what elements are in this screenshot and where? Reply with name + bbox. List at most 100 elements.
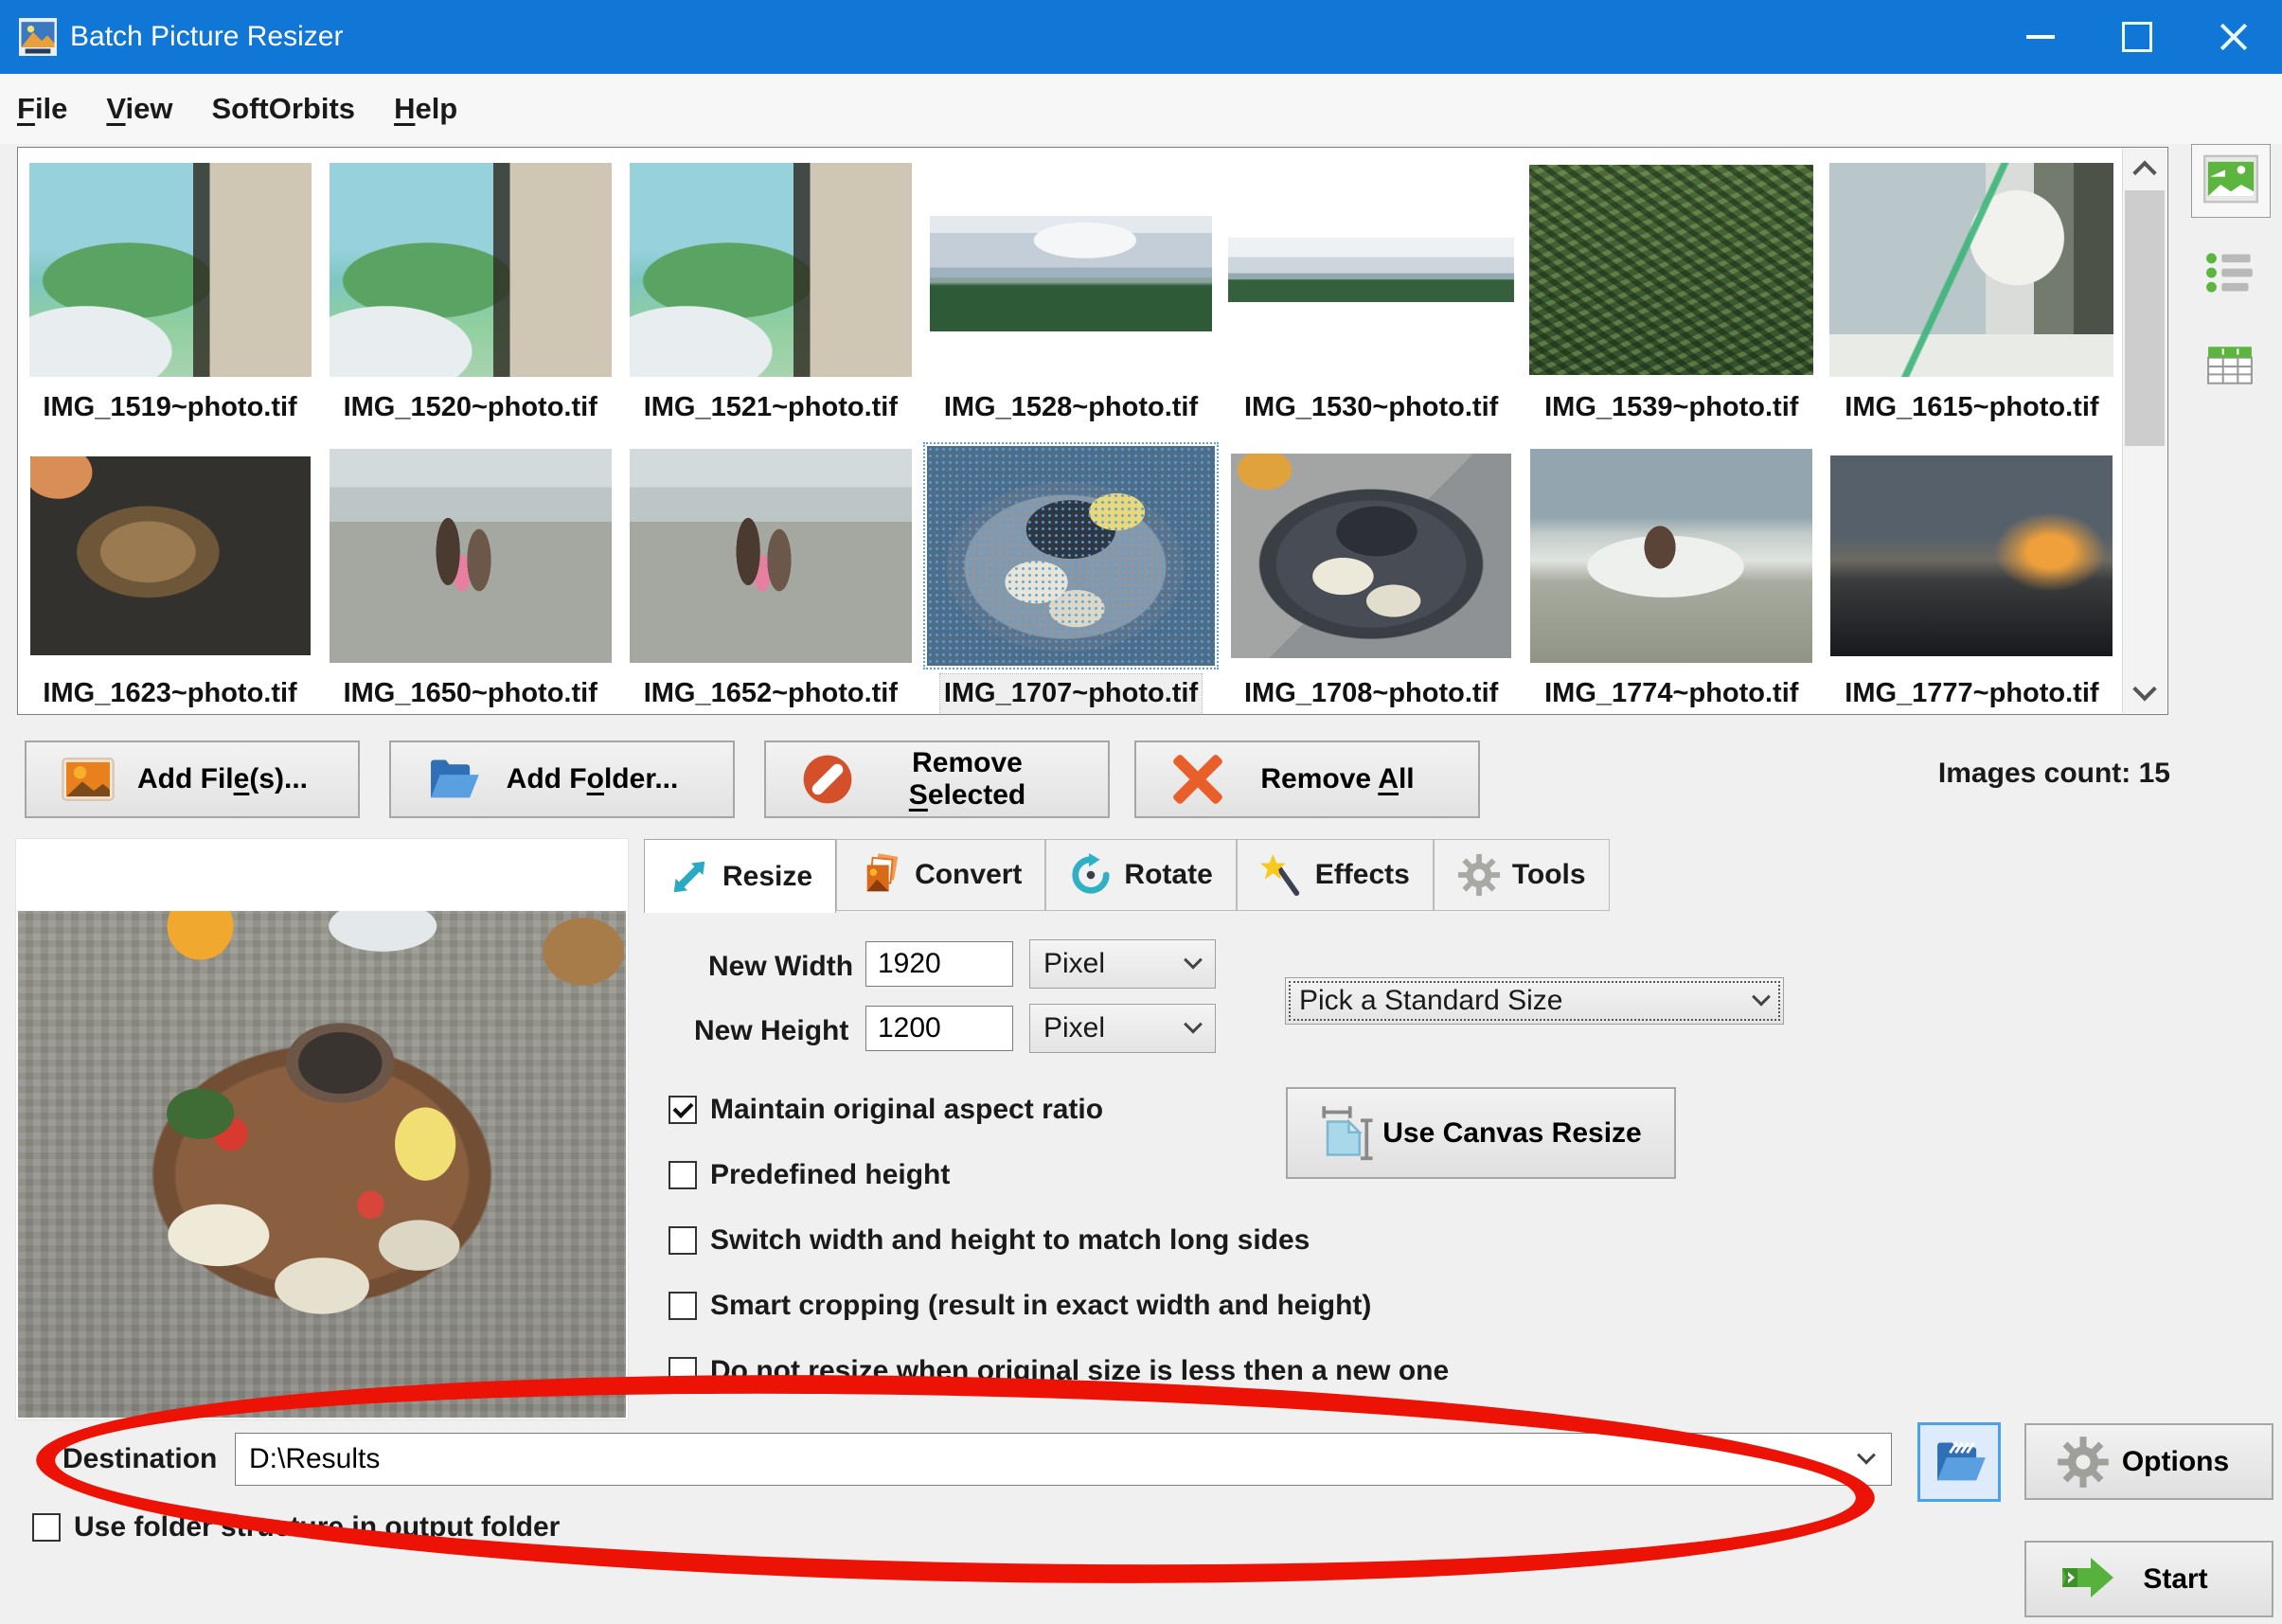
new-height-input[interactable] xyxy=(865,1006,1013,1051)
thumbnail-image xyxy=(630,163,912,377)
menu-item-view[interactable]: View xyxy=(104,86,174,132)
new-width-input[interactable] xyxy=(865,941,1013,987)
tab-resize[interactable]: Resize xyxy=(644,839,836,913)
use-canvas-resize-button[interactable]: Use Canvas Resize xyxy=(1286,1087,1676,1179)
tab-strip: ResizeConvertRotateEffects Tools xyxy=(644,839,1610,913)
thumbnail-image xyxy=(1830,455,2113,656)
thumbnail-image-wrap xyxy=(320,152,620,388)
thumbnail-item-img-1519-photo-tif[interactable]: IMG_1519~photo.tif xyxy=(20,152,320,432)
close-icon xyxy=(2219,22,2249,52)
height-unit-value: Pixel xyxy=(1030,1012,1171,1044)
minimize-button[interactable] xyxy=(1992,0,2089,74)
thumbnail-item-img-1652-photo-tif[interactable]: IMG_1652~photo.tif xyxy=(620,437,920,715)
menu-item-softorbits[interactable]: SoftOrbits xyxy=(210,86,358,132)
thumbnail-image-wrap xyxy=(1822,152,2122,388)
close-button[interactable] xyxy=(2185,0,2282,74)
open-folder-icon xyxy=(1932,1435,1987,1490)
scroll-up-button[interactable] xyxy=(2123,149,2166,188)
gear-icon xyxy=(2057,1436,2110,1489)
thumbnail-filename: IMG_1650~photo.tif xyxy=(344,674,597,715)
thumbnail-filename: IMG_1520~photo.tif xyxy=(344,388,597,430)
standard-size-value: Pick a Standard Size xyxy=(1286,985,1739,1017)
thumbnail-item-img-1615-photo-tif[interactable]: IMG_1615~photo.tif xyxy=(1822,152,2122,432)
menu-item-file[interactable]: File xyxy=(15,86,69,132)
maximize-button[interactable] xyxy=(2089,0,2185,74)
thumbnail-filename: IMG_1623~photo.tif xyxy=(43,674,296,715)
remove-selected-icon xyxy=(800,752,855,807)
thumbnail-row: IMG_1623~photo.tif IMG_1650~photo.tif IMG_… xyxy=(20,437,2122,715)
chevron-down-icon xyxy=(2132,677,2156,701)
label-mnemonic: e xyxy=(234,763,250,794)
tab-effects[interactable]: Effects xyxy=(1237,839,1434,911)
tab-rotate[interactable]: Rotate xyxy=(1045,839,1236,911)
remove-all-button[interactable]: Remove All xyxy=(1134,741,1480,818)
thumbnail-filename: IMG_1530~photo.tif xyxy=(1244,388,1498,430)
thumbnail-item-img-1623-photo-tif[interactable]: IMG_1623~photo.tif xyxy=(20,437,320,715)
window-controls xyxy=(1992,0,2282,74)
scrollbar-thumb[interactable] xyxy=(2125,190,2165,446)
add-folder-icon xyxy=(425,752,480,807)
start-arrow-icon xyxy=(2057,1553,2110,1606)
thumbnail-filename: IMG_1528~photo.tif xyxy=(944,388,1198,430)
remove-selected-button[interactable]: Remove Selected xyxy=(764,741,1110,818)
thumbnail-item-img-1520-photo-tif[interactable]: IMG_1520~photo.tif xyxy=(320,152,620,432)
checkbox-box[interactable] xyxy=(32,1513,61,1542)
checkbox-smart-cropping-result-in-exact-width-and-height[interactable]: Smart cropping (result in exact width an… xyxy=(669,1292,1449,1320)
list-view-button[interactable] xyxy=(2191,239,2269,311)
width-unit-select[interactable]: Pixel xyxy=(1029,939,1216,989)
thumbnail-filename: IMG_1707~photo.tif xyxy=(940,674,1202,715)
new-width-label: New Width xyxy=(708,951,853,983)
chevron-down-icon xyxy=(1739,994,1783,1008)
checkbox-switch-width-and-height-to-match-long-sides[interactable]: Switch width and height to match long si… xyxy=(669,1226,1449,1255)
browse-destination-button[interactable] xyxy=(1917,1422,2001,1502)
thumbnail-image xyxy=(330,449,612,663)
menu-item-help[interactable]: Help xyxy=(392,86,459,132)
thumbnail-image-wrap xyxy=(20,152,320,388)
thumbnails-view-button[interactable] xyxy=(2191,144,2271,218)
checkbox-label: Maintain original aspect ratio xyxy=(710,1094,1103,1126)
thumbnail-item-img-1539-photo-tif[interactable]: IMG_1539~photo.tif xyxy=(1522,152,1822,432)
thumbnail-filename: IMG_1521~photo.tif xyxy=(644,388,898,430)
thumbnail-item-img-1777-photo-tif[interactable]: IMG_1777~photo.tif xyxy=(1822,437,2122,715)
thumbnail-item-img-1521-photo-tif[interactable]: IMG_1521~photo.tif xyxy=(620,152,920,432)
checkbox-use-folder-structure[interactable]: Use folder structure in output folder xyxy=(32,1511,560,1544)
thumbnail-image-wrap xyxy=(1221,152,1522,388)
destination-combobox[interactable] xyxy=(235,1433,1892,1486)
use-canvas-resize-label: Use Canvas Resize xyxy=(1375,1117,1668,1150)
tab-label: Tools xyxy=(1512,859,1586,891)
standard-size-select[interactable]: Pick a Standard Size xyxy=(1285,977,1784,1025)
tab-tools[interactable]: Tools xyxy=(1434,839,1610,911)
new-height-label: New Height xyxy=(694,1015,848,1047)
app-icon xyxy=(19,18,57,56)
thumbnail-item-img-1707-photo-tif[interactable]: IMG_1707~photo.tif xyxy=(920,437,1221,715)
checkbox-box[interactable] xyxy=(669,1226,697,1255)
thumbnail-item-img-1530-photo-tif[interactable]: IMG_1530~photo.tif xyxy=(1221,152,1522,432)
thumbnail-item-img-1774-photo-tif[interactable]: IMG_1774~photo.tif xyxy=(1522,437,1822,715)
thumbnail-item-img-1708-photo-tif[interactable]: IMG_1708~photo.tif xyxy=(1221,437,1522,715)
preview-pane xyxy=(15,838,629,1420)
thumbnail-image xyxy=(630,449,912,663)
thumbnail-filename: IMG_1652~photo.tif xyxy=(644,674,898,715)
thumbnail-image-selected xyxy=(927,446,1215,666)
add-files-button[interactable]: Add File(s)... xyxy=(25,741,360,818)
start-button[interactable]: Start xyxy=(2024,1541,2273,1617)
list-view-icon xyxy=(2203,248,2256,302)
resize-arrows-icon xyxy=(668,855,711,899)
options-button[interactable]: Options xyxy=(2024,1423,2273,1500)
scroll-down-button[interactable] xyxy=(2123,673,2166,713)
thumbnail-item-img-1528-photo-tif[interactable]: IMG_1528~photo.tif xyxy=(920,152,1221,432)
tab-convert[interactable]: Convert xyxy=(836,839,1045,911)
checkbox-box[interactable] xyxy=(669,1292,697,1320)
destination-input[interactable] xyxy=(236,1442,1842,1476)
checkbox-box[interactable] xyxy=(669,1357,697,1385)
thumbnail-item-img-1650-photo-tif[interactable]: IMG_1650~photo.tif xyxy=(320,437,620,715)
thumbnail-image-wrap xyxy=(1522,152,1822,388)
height-unit-select[interactable]: Pixel xyxy=(1029,1004,1216,1053)
add-folder-button[interactable]: Add Folder... xyxy=(389,741,735,818)
label-post: lder... xyxy=(604,763,678,794)
checkbox-box[interactable] xyxy=(669,1161,697,1189)
checkbox-box[interactable] xyxy=(669,1096,697,1124)
label-pre: Remove xyxy=(1260,763,1378,794)
checkbox-do-not-resize-when-original-size-is-less-then-a-new-one[interactable]: Do not resize when original size is less… xyxy=(669,1357,1449,1385)
table-view-button[interactable] xyxy=(2191,331,2269,403)
